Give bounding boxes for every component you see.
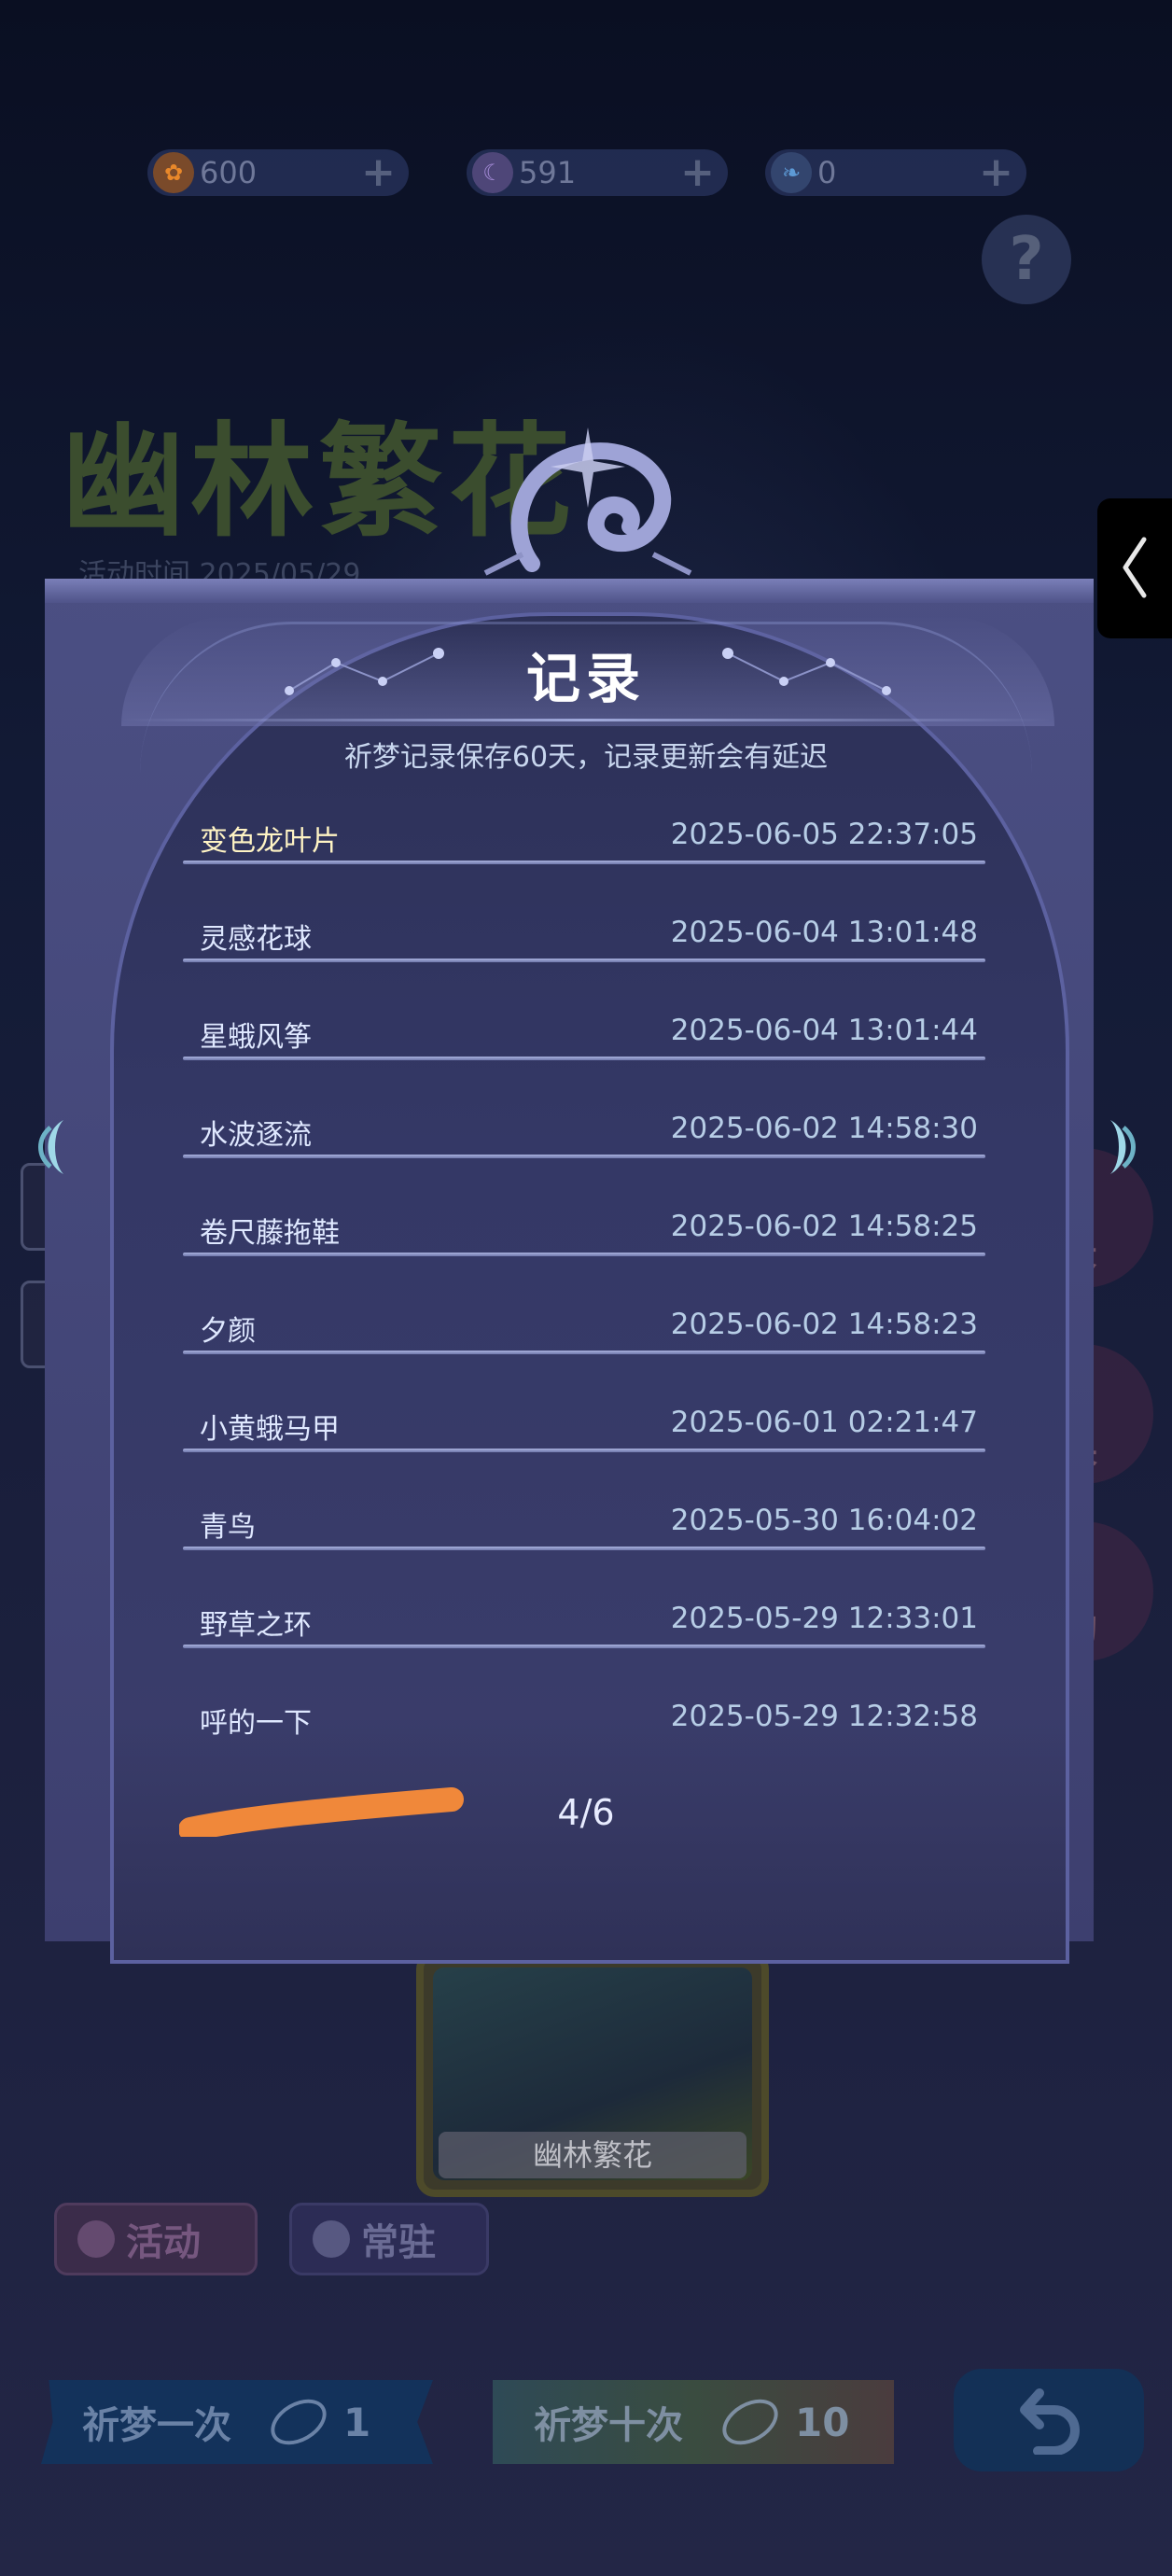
row-divider — [183, 1057, 985, 1060]
tab-activity: 活动 — [54, 2203, 258, 2275]
row-divider — [183, 1351, 985, 1354]
record-item-name: 野草之环 — [200, 1609, 312, 1642]
record-item-time: 2025-06-04 13:01:44 — [670, 1014, 978, 1047]
record-row: 灵感花球 2025-06-04 13:01:48 — [183, 899, 985, 997]
moon-ornament-icon — [483, 427, 692, 576]
record-item-time: 2025-06-02 14:58:23 — [670, 1308, 978, 1341]
row-divider — [183, 1547, 985, 1550]
row-divider — [183, 1645, 985, 1648]
record-row: 变色龙叶片 2025-06-05 22:37:05 — [183, 801, 985, 899]
pray-once-label: 祈梦一次 — [82, 2404, 231, 2447]
next-page-button[interactable] — [1101, 1116, 1142, 1178]
row-divider — [183, 1449, 985, 1452]
record-item-name: 小黄蛾马甲 — [200, 1413, 340, 1446]
event-thumbnail: 幽林繁花 — [416, 1951, 769, 2197]
record-item-time: 2025-06-04 13:01:48 — [670, 916, 978, 949]
record-item-name: 变色龙叶片 — [200, 825, 340, 858]
page-indicator: 4/6 — [557, 1792, 615, 1833]
prev-page-button[interactable] — [32, 1116, 73, 1178]
add-feather-button[interactable]: + — [979, 151, 1013, 194]
record-item-time: 2025-05-29 12:32:58 — [670, 1700, 978, 1733]
currency-moon[interactable]: ☾ 591 + — [467, 149, 728, 196]
record-item-name: 灵感花球 — [200, 923, 312, 956]
pray-once-count: 1 — [343, 2399, 371, 2445]
help-button[interactable]: ? — [982, 215, 1071, 304]
record-item-name: 星蛾风筝 — [200, 1021, 312, 1054]
add-moon-button[interactable]: + — [680, 151, 715, 194]
flower-coin-icon: ✿ — [153, 152, 194, 193]
dialog-subtitle: 祈梦记录保存60天，记录更新会有延迟 — [343, 741, 829, 774]
record-row: 卷尺藤拖鞋 2025-06-02 14:58:25 — [183, 1193, 985, 1291]
record-row: 水波逐流 2025-06-02 14:58:30 — [183, 1095, 985, 1193]
add-flower-button[interactable]: + — [361, 151, 396, 194]
record-item-name: 水波逐流 — [200, 1119, 312, 1152]
side-drawer-toggle[interactable] — [1097, 498, 1172, 638]
record-item-time: 2025-05-29 12:33:01 — [670, 1602, 978, 1635]
moon-coin-icon: ☾ — [472, 152, 513, 193]
record-item-name: 呼的一下 — [200, 1707, 312, 1740]
record-item-name: 青鸟 — [200, 1511, 256, 1544]
record-item-name: 卷尺藤拖鞋 — [200, 1217, 340, 1250]
feather-coin-icon — [262, 2389, 335, 2455]
pray-once-button: 祈梦一次 1 — [41, 2380, 433, 2464]
pray-ten-count: 10 — [795, 2399, 850, 2445]
tab-permanent-label: 常驻 — [361, 2221, 436, 2264]
tab-permanent: 常驻 — [289, 2203, 489, 2275]
record-list: 变色龙叶片 2025-06-05 22:37:05 灵感花球 2025-06-0… — [183, 801, 985, 1781]
record-row: 青鸟 2025-05-30 16:04:02 — [183, 1487, 985, 1585]
row-divider — [183, 1253, 985, 1256]
record-row: 呼的一下 2025-05-29 12:32:58 — [183, 1683, 985, 1781]
feather-coin-icon — [714, 2389, 787, 2455]
record-item-time: 2025-06-02 14:58:25 — [670, 1210, 978, 1243]
title-divider — [121, 719, 1051, 721]
record-row: 夕颜 2025-06-02 14:58:23 — [183, 1291, 985, 1389]
record-row: 野草之环 2025-05-29 12:33:01 — [183, 1585, 985, 1683]
row-divider — [183, 959, 985, 962]
currency-flower-value: 600 — [200, 155, 258, 190]
pray-ten-button: 祈梦十次 10 — [493, 2380, 894, 2464]
record-item-time: 2025-06-01 02:21:47 — [670, 1406, 978, 1439]
record-row: 星蛾风筝 2025-06-04 13:01:44 — [183, 997, 985, 1095]
row-divider — [183, 1155, 985, 1158]
currency-moon-value: 591 — [519, 155, 577, 190]
thumbnail-label: 幽林繁花 — [439, 2132, 746, 2178]
record-row: 小黄蛾马甲 2025-06-01 02:21:47 — [183, 1389, 985, 1487]
currency-flower[interactable]: ✿ 600 + — [147, 149, 409, 196]
feather-coin-icon: ❧ — [771, 152, 812, 193]
dialog-title: 记录 — [525, 647, 646, 710]
permanent-icon — [313, 2220, 350, 2258]
chevron-left-icon — [1123, 537, 1147, 598]
activity-icon — [77, 2220, 115, 2258]
row-divider — [183, 861, 985, 864]
return-arrow-icon — [1020, 2388, 1080, 2455]
record-item-time: 2025-05-30 16:04:02 — [670, 1504, 978, 1537]
back-button — [954, 2369, 1144, 2471]
pray-ten-label: 祈梦十次 — [534, 2404, 683, 2447]
record-item-name: 夕颜 — [200, 1315, 256, 1348]
currency-feather-value: 0 — [817, 155, 837, 190]
record-item-time: 2025-06-05 22:37:05 — [670, 818, 978, 851]
currency-feather[interactable]: ❧ 0 + — [765, 149, 1026, 196]
tab-activity-label: 活动 — [126, 2221, 201, 2264]
record-item-time: 2025-06-02 14:58:30 — [670, 1112, 978, 1145]
